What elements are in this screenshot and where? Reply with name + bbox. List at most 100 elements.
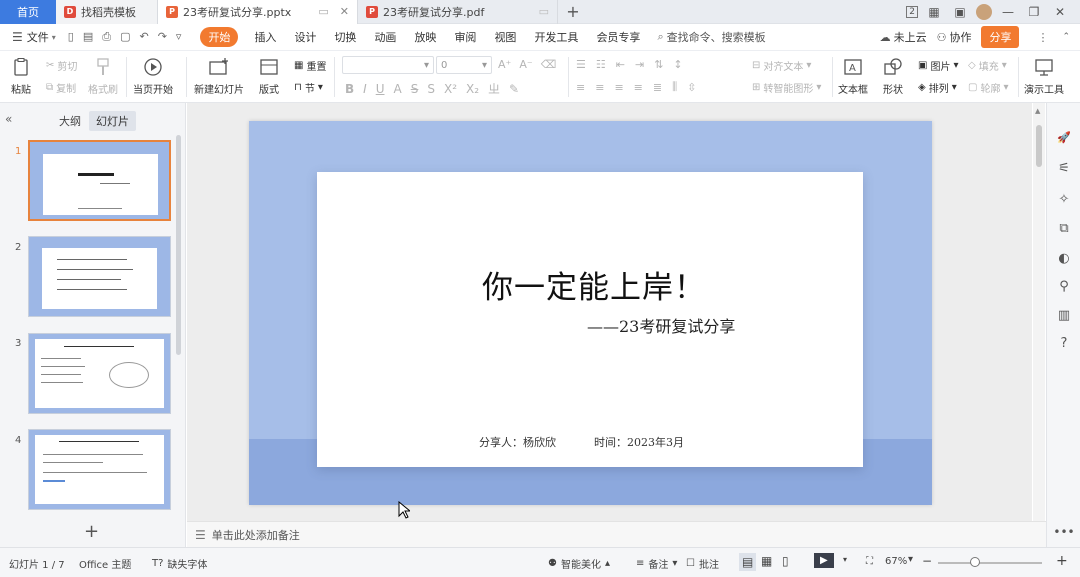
align-text-button[interactable]: ⊟ 对齐文本 ▾: [752, 58, 811, 73]
outline-button[interactable]: ▢ 轮廓 ▾: [968, 80, 1008, 95]
theme-name[interactable]: Office 主题: [79, 556, 131, 571]
cut-button[interactable]: ✂ 剪切: [46, 58, 77, 73]
current-slide[interactable]: 你一定能上岸！ ——23考研复试分享 分享人：杨欣欣 时间：2023年3月: [249, 121, 932, 505]
play-from-current-button[interactable]: 当页开始: [133, 56, 173, 96]
help-icon[interactable]: ?: [1056, 335, 1072, 351]
font-family-select[interactable]: ▾: [342, 56, 434, 74]
zoom-out-icon[interactable]: −: [922, 554, 932, 568]
justify-icon[interactable]: ≡: [634, 81, 643, 94]
slide-thumbnail-3[interactable]: [28, 333, 171, 414]
line-spacing-icon[interactable]: ↕: [673, 58, 682, 71]
customize-icon[interactable]: ▿: [176, 30, 182, 44]
bullet-list-icon[interactable]: ☰: [576, 58, 586, 71]
smart-shape-button[interactable]: ⊞ 转智能图形 ▾: [752, 80, 821, 95]
copy-button[interactable]: ⧉ 复制: [46, 80, 76, 95]
transition-icon[interactable]: ⧉: [1056, 220, 1072, 236]
smart-beautify-button[interactable]: ⚉ 智能美化 ▴: [548, 556, 610, 571]
shape-button[interactable]: 形状: [882, 56, 904, 96]
collapse-ribbon-icon[interactable]: ⌃: [1062, 32, 1070, 42]
tab-developer[interactable]: 开发工具: [534, 29, 578, 45]
arrange-button[interactable]: ◈ 排列 ▾: [918, 80, 957, 95]
animation-star-icon[interactable]: ✧: [1056, 191, 1072, 207]
tab-design[interactable]: 设计: [294, 29, 316, 45]
hamburger-menu-icon[interactable]: ☰: [12, 30, 23, 44]
slide-sorter-icon[interactable]: ▦: [761, 554, 772, 568]
numbered-list-icon[interactable]: ☷: [596, 58, 606, 71]
slide-thumbnail-1[interactable]: [28, 140, 171, 221]
slide-title[interactable]: 你一定能上岸！: [482, 262, 706, 307]
tab-animations[interactable]: 动画: [374, 29, 396, 45]
theme-icon[interactable]: ◐: [1056, 250, 1072, 266]
slideshow-options-icon[interactable]: ▾: [843, 555, 847, 564]
zoom-slider-thumb[interactable]: [970, 557, 980, 567]
undo-icon[interactable]: ↶: [139, 30, 148, 44]
distribute-icon[interactable]: ≣: [653, 81, 662, 94]
scroll-up-icon[interactable]: ▲: [1035, 107, 1040, 115]
tab-docer-templates[interactable]: D 找稻壳模板: [56, 0, 158, 24]
play-slideshow-button[interactable]: ▶: [814, 553, 834, 568]
tab-view[interactable]: 视图: [494, 29, 516, 45]
font-size-select[interactable]: 0 ▾: [436, 56, 492, 74]
scrollbar-thumb[interactable]: [1036, 125, 1042, 167]
chevron-down-icon[interactable]: ▾: [52, 33, 56, 42]
increase-indent-icon[interactable]: ⇥: [635, 58, 644, 71]
slide-thumbnail-2[interactable]: [28, 236, 171, 317]
superscript-icon[interactable]: X²: [444, 82, 457, 96]
collapse-panel-icon[interactable]: «: [5, 112, 12, 126]
more-icon[interactable]: ⋮: [1037, 31, 1048, 44]
format-painter-button[interactable]: 格式刷: [88, 56, 118, 96]
normal-view-icon[interactable]: ▤: [739, 553, 757, 571]
zoom-in-icon[interactable]: +: [1056, 553, 1068, 569]
section-button[interactable]: ⊓ 节 ▾: [294, 80, 323, 95]
pinyin-icon[interactable]: ㄓ: [488, 80, 500, 97]
slide-thumbnail-4[interactable]: [28, 429, 171, 510]
tab-insert[interactable]: 插入: [254, 29, 276, 45]
reading-view-icon[interactable]: ▯: [782, 554, 789, 568]
slide-date[interactable]: 时间：2023年3月: [594, 434, 684, 450]
font-shrink-icon[interactable]: A⁻: [519, 58, 532, 71]
paragraph-spacing-icon[interactable]: ⇳: [687, 81, 696, 94]
command-search[interactable]: 查找命令、搜索模板: [667, 29, 766, 45]
italic-icon[interactable]: I: [363, 82, 367, 96]
font-grow-icon[interactable]: A⁺: [498, 58, 511, 71]
fit-window-icon[interactable]: ⛶: [866, 556, 873, 567]
add-slide-icon[interactable]: +: [84, 521, 99, 542]
slide-editing-area[interactable]: 你一定能上岸！ ——23考研复试分享 分享人：杨欣欣 时间：2023年3月: [187, 103, 1032, 521]
clear-format-icon[interactable]: ⌫: [541, 58, 557, 71]
preview-icon[interactable]: ▢: [120, 30, 130, 44]
text-direction-icon[interactable]: ⇅: [654, 58, 663, 71]
highlight-icon[interactable]: ✎: [509, 82, 519, 96]
zoom-dropdown-icon[interactable]: ▾: [908, 554, 913, 565]
slide-presenter[interactable]: 分享人：杨欣欣: [479, 434, 556, 450]
more-options-icon[interactable]: •••: [1053, 524, 1074, 540]
rocket-icon[interactable]: 🚀: [1056, 129, 1072, 145]
slide-subtitle[interactable]: ——23考研复试分享: [587, 313, 735, 337]
tab-review[interactable]: 审阅: [454, 29, 476, 45]
tab-pin-icon[interactable]: ▭: [318, 5, 328, 18]
tab-slides[interactable]: 幻灯片: [89, 111, 136, 131]
file-menu[interactable]: 文件: [27, 29, 49, 45]
export-icon[interactable]: ▤: [83, 30, 93, 44]
collaborate-button[interactable]: 协作: [949, 29, 971, 45]
home-tab[interactable]: 首页: [0, 0, 56, 24]
minimize-icon[interactable]: —: [998, 5, 1018, 19]
comments-button[interactable]: ☐ 批注: [686, 556, 719, 571]
align-right-icon[interactable]: ≡: [614, 81, 623, 94]
location-pin-icon[interactable]: ⚲: [1056, 278, 1072, 294]
window-layout-icon[interactable]: 2: [906, 5, 918, 18]
paste-button[interactable]: 粘贴: [10, 56, 32, 96]
print-icon[interactable]: ⎙: [102, 30, 111, 44]
textbox-button[interactable]: A 文本框: [838, 56, 868, 96]
tab-outline[interactable]: 大纲: [59, 113, 81, 129]
grid-apps-icon[interactable]: ▦: [924, 5, 944, 19]
align-left-icon[interactable]: ≡: [576, 81, 585, 94]
align-center-icon[interactable]: ≡: [595, 81, 604, 94]
vertical-scrollbar[interactable]: ▲: [1033, 103, 1045, 521]
tab-close-icon[interactable]: ✕: [340, 5, 349, 18]
restore-icon[interactable]: ❐: [1024, 5, 1044, 19]
new-tab-plus-icon[interactable]: +: [558, 2, 588, 21]
tab-pin-icon[interactable]: ▭: [539, 5, 549, 18]
tab-member[interactable]: 会员专享: [596, 29, 640, 45]
picture-button[interactable]: ▣ 图片 ▾: [918, 58, 958, 73]
tab-pptx-document[interactable]: P 23考研复试分享.pptx ▭ ✕: [158, 0, 358, 24]
